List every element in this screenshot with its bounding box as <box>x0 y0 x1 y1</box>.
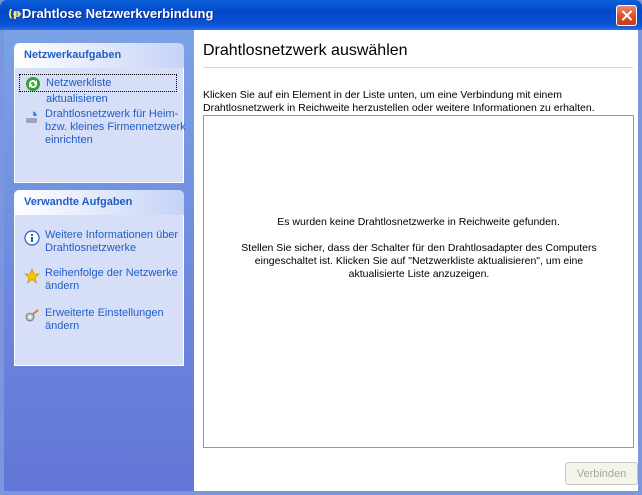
settings-icon <box>25 309 39 322</box>
panel-title: Netzwerkaufgaben <box>24 49 122 61</box>
network-tasks-panel: Netzwerkaufgaben Netzwerkliste aktualisi… <box>14 43 186 183</box>
refresh-icon <box>26 77 40 91</box>
task-label: Reihenfolge der Netzwerke ändern <box>45 267 178 292</box>
task-label: Netzwerkliste aktualisieren <box>46 77 112 105</box>
refresh-network-list-link[interactable]: Netzwerkliste aktualisieren <box>19 74 177 105</box>
advanced-settings-link[interactable]: Erweiterte Einstellungen ändern <box>19 307 195 333</box>
task-label: Drahtlosnetzwerk für Heim- bzw. kleines … <box>45 108 186 146</box>
network-list[interactable]: Es wurden keine Drahtlosnetzwerke in Rei… <box>203 115 634 448</box>
client-area: Netzwerkaufgaben Netzwerkliste aktualisi… <box>4 30 638 491</box>
panel-header[interactable]: Netzwerkaufgaben <box>14 43 184 68</box>
task-label: Weitere Informationen über Drahtlosnetzw… <box>45 229 179 254</box>
star-icon <box>24 268 40 284</box>
no-networks-message: Es wurden keine Drahtlosnetzwerke in Rei… <box>277 216 560 228</box>
task-sidebar: Netzwerkaufgaben Netzwerkliste aktualisi… <box>4 30 194 491</box>
panel-header[interactable]: Verwandte Aufgaben <box>14 190 184 215</box>
close-button[interactable] <box>616 5 637 26</box>
task-label: Erweiterte Einstellungen ändern <box>45 307 164 332</box>
main-content: Drahtlosnetzwerk auswählen Klicken Sie a… <box>194 30 638 491</box>
panel-title: Verwandte Aufgaben <box>24 196 133 208</box>
more-info-wireless-link[interactable]: Weitere Informationen über Drahtlosnetzw… <box>19 229 195 255</box>
instructions-text: Klicken Sie auf ein Element in der Liste… <box>203 89 595 114</box>
no-networks-hint: Stellen Sie sicher, dass der Schalter fü… <box>241 242 597 280</box>
panel-body: Netzwerkliste aktualisieren Drahtlosnetz… <box>14 68 186 183</box>
page-title: Drahtlosnetzwerk auswählen <box>203 42 408 59</box>
window: (ᵽ) Drahtlose Netzwerkverbindung Netzwer… <box>0 0 642 495</box>
connect-button[interactable]: Verbinden <box>565 462 638 485</box>
setup-wireless-network-link[interactable]: Drahtlosnetzwerk für Heim- bzw. kleines … <box>19 108 195 147</box>
info-icon <box>24 230 40 246</box>
divider <box>203 67 633 68</box>
title-bar[interactable]: (ᵽ) Drahtlose Netzwerkverbindung <box>0 0 642 30</box>
change-network-order-link[interactable]: Reihenfolge der Netzwerke ändern <box>19 267 195 293</box>
panel-body: Weitere Informationen über Drahtlosnetzw… <box>14 215 184 366</box>
related-tasks-panel: Verwandte Aufgaben Weitere Informationen… <box>14 190 184 366</box>
wireless-setup-icon <box>26 111 37 123</box>
window-title: Drahtlose Netzwerkverbindung <box>22 6 214 21</box>
